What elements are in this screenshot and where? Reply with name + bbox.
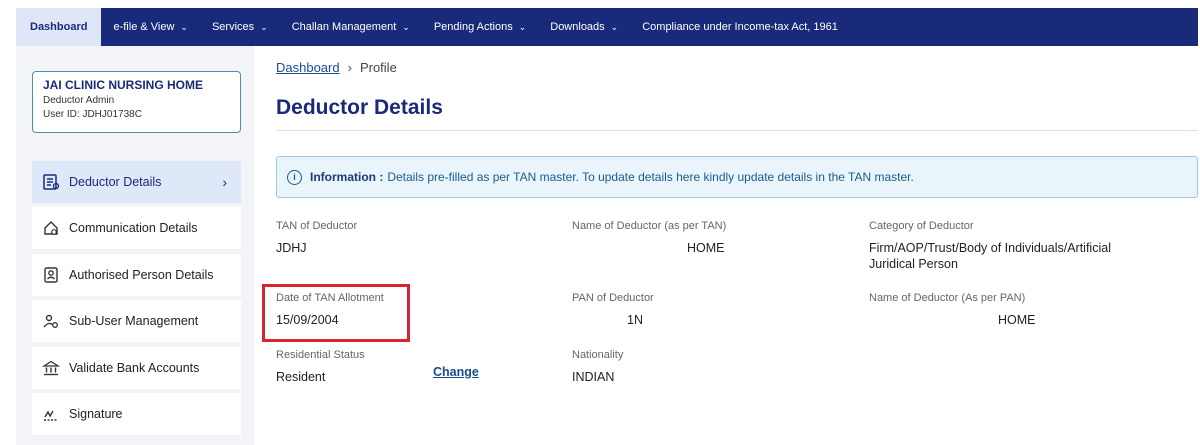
sidebar-item-communication-details[interactable]: Communication Details (32, 207, 241, 249)
nav-efile-view[interactable]: e-file & View ⌄ (101, 8, 199, 46)
sidebar-item-sub-user-management[interactable]: Sub-User Management (32, 300, 241, 342)
document-list-icon (42, 173, 60, 191)
chevron-right-icon: › (222, 174, 227, 190)
sidebar-item-label: Sub-User Management (69, 314, 199, 328)
user-id: User ID: JDHJ01738C (43, 109, 142, 120)
user-name: JAI CLINIC NURSING HOME (43, 78, 204, 92)
name-pan-label: Name of Deductor (As per PAN) (869, 292, 1026, 304)
chevron-down-icon: ⌄ (610, 21, 619, 32)
home-gear-icon (42, 219, 60, 237)
change-residential-status-link[interactable]: Change (433, 365, 479, 379)
information-banner: i Information : Details pre-filled as pe… (276, 156, 1198, 198)
breadcrumb-current: Profile (359, 60, 397, 75)
users-gear-icon (42, 312, 60, 330)
breadcrumb: Dashboard › Profile (276, 60, 397, 75)
chevron-down-icon: ⌄ (180, 21, 188, 32)
name-tan-value: HOME (687, 241, 725, 255)
name-pan-value: HOME (998, 313, 1036, 327)
tan-value: JDHJ (276, 241, 307, 255)
residential-status-value: Resident (276, 370, 326, 384)
info-label: Information : (310, 170, 384, 184)
signature-icon (42, 405, 60, 423)
name-tan-label: Name of Deductor (as per TAN) (572, 220, 727, 232)
tan-label: TAN of Deductor (276, 220, 358, 232)
chevron-down-icon: ⌄ (402, 21, 410, 32)
sidebar-item-signature[interactable]: Signature (32, 393, 241, 435)
highlight-box (262, 284, 410, 342)
sidebar-item-label: Signature (69, 407, 123, 421)
nav-downloads[interactable]: Downloads ⌄ (538, 8, 630, 46)
info-text: Details pre-filled as per TAN master. To… (387, 170, 914, 184)
sidebar-item-label: Authorised Person Details (69, 268, 214, 282)
user-role: Deductor Admin (43, 95, 115, 106)
nationality-label: Nationality (572, 349, 624, 361)
category-value: Firm/AOP/Trust/Body of Individuals/Artif… (869, 241, 1111, 271)
nav-dashboard[interactable]: Dashboard (16, 8, 102, 46)
info-icon: i (287, 169, 302, 185)
title-divider (276, 130, 1198, 131)
sidebar-item-authorised-person[interactable]: Authorised Person Details (32, 254, 241, 296)
user-profile-card: JAI CLINIC NURSING HOME Deductor Admin U… (32, 71, 241, 133)
breadcrumb-dashboard-link[interactable]: Dashboard (276, 60, 340, 75)
sidebar-item-validate-bank-accounts[interactable]: Validate Bank Accounts (32, 347, 241, 389)
breadcrumb-separator: › (347, 60, 352, 75)
left-sidebar: JAI CLINIC NURSING HOME Deductor Admin U… (16, 46, 254, 445)
residential-status-label: Residential Status (276, 349, 365, 361)
main-navbar: Dashboard e-file & View ⌄ Services ⌄ Chall… (16, 8, 1198, 46)
id-card-icon (42, 266, 60, 284)
bank-icon (42, 359, 60, 377)
sidebar-item-label: Communication Details (69, 221, 198, 235)
sidebar-item-label: Validate Bank Accounts (69, 361, 200, 375)
top-strip (0, 0, 1200, 8)
nav-compliance[interactable]: Compliance under Income-tax Act, 1961 (630, 8, 850, 46)
sidebar-item-label: Deductor Details (69, 175, 162, 189)
chevron-down-icon: ⌄ (518, 21, 527, 32)
category-label: Category of Deductor (869, 220, 974, 232)
sidebar-item-deductor-details[interactable]: Deductor Details › (32, 161, 241, 203)
nav-pending-actions[interactable]: Pending Actions ⌄ (422, 8, 538, 46)
nationality-value: INDIAN (572, 370, 615, 384)
nav-services[interactable]: Services ⌄ (200, 8, 280, 46)
pan-value: 1N (627, 313, 643, 327)
nav-challan-management[interactable]: Challan Management ⌄ (280, 8, 422, 46)
chevron-down-icon: ⌄ (260, 21, 268, 32)
page-title: Deductor Details (276, 96, 443, 119)
pan-label: PAN of Deductor (572, 292, 654, 304)
